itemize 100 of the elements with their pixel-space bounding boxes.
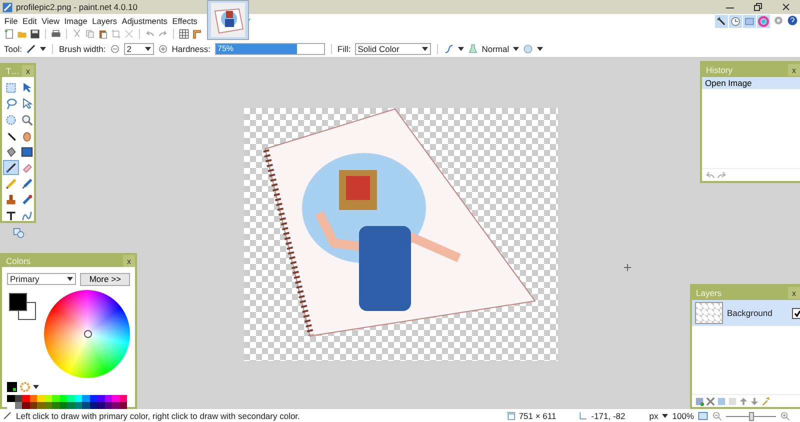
eraser-icon[interactable] <box>20 161 34 174</box>
curve-icon[interactable] <box>20 209 34 222</box>
pencil-icon <box>2 411 12 421</box>
panel-title: Colors <box>6 256 31 266</box>
stamp-icon[interactable] <box>4 193 18 206</box>
curve-icon[interactable] <box>444 44 454 54</box>
zoom-value[interactable]: 100% <box>672 411 694 421</box>
caret-icon <box>662 414 668 418</box>
redo-arrow-icon[interactable] <box>158 29 168 39</box>
app-icon <box>2 2 13 12</box>
outline-arrow-icon[interactable] <box>20 97 34 110</box>
undo-arrow-icon[interactable] <box>705 171 715 179</box>
restore-icon[interactable] <box>754 3 762 11</box>
save-icon[interactable] <box>30 29 40 39</box>
down-arrow-icon[interactable] <box>750 396 759 406</box>
menu-item[interactable]: Effects <box>170 16 200 26</box>
image-tab[interactable] <box>207 0 249 40</box>
secondary-color-swatch[interactable] <box>18 302 36 320</box>
clock-icon[interactable] <box>729 14 742 28</box>
status-hint: Left click to draw with primary color, right click to draw with secondary color. <box>16 411 300 421</box>
panel-close-button[interactable]: x <box>788 64 800 76</box>
zoom-slider[interactable] <box>726 412 776 420</box>
caret-icon <box>537 46 544 50</box>
undo-arrow-icon[interactable] <box>145 29 155 39</box>
layer-name: Background <box>727 308 772 318</box>
caret-icon <box>458 46 464 50</box>
hardness-value: 75% <box>218 44 234 54</box>
plus-icon[interactable] <box>158 44 168 54</box>
caret-icon <box>513 46 520 50</box>
menu-item[interactable]: View <box>39 16 62 26</box>
more-button[interactable]: More >> <box>80 273 130 286</box>
caret-icon <box>144 46 151 50</box>
minus-icon[interactable] <box>110 44 120 54</box>
color-palette[interactable] <box>7 395 130 409</box>
flask-icon[interactable] <box>468 44 478 54</box>
new-image-icon[interactable] <box>4 29 14 39</box>
printer-icon[interactable] <box>51 29 61 39</box>
panel-close-button[interactable]: x <box>788 287 800 299</box>
scissors-icon[interactable] <box>72 29 82 39</box>
redo-arrow-icon[interactable] <box>717 171 727 179</box>
close-icon[interactable] <box>782 3 790 11</box>
image-size-icon <box>506 411 516 421</box>
brush-width-field[interactable]: 2 <box>124 42 154 54</box>
wand-icon[interactable] <box>4 129 18 142</box>
copy-icon[interactable] <box>85 29 95 39</box>
wheel-cursor[interactable] <box>84 330 92 338</box>
caret-icon <box>422 46 428 50</box>
recolor-brush-icon[interactable] <box>20 193 34 206</box>
window-title: profilepic2.png - paint.net 4.0.10 <box>16 2 138 12</box>
hammer-icon[interactable] <box>715 14 728 28</box>
hardness-label: Hardness: <box>172 44 210 54</box>
panel-title: History <box>706 65 732 75</box>
color-wheel-icon[interactable] <box>757 14 770 28</box>
history-item[interactable]: Open Image <box>702 77 800 89</box>
image-canvas[interactable] <box>244 108 558 361</box>
zoom-out-icon[interactable] <box>712 411 722 421</box>
dashed-square-icon[interactable] <box>4 81 18 94</box>
magnifier-icon[interactable] <box>20 113 34 126</box>
zoom-in-icon[interactable] <box>780 411 790 421</box>
grid-icon[interactable] <box>179 29 189 39</box>
panel-close-button[interactable]: x <box>22 65 34 77</box>
dropper-icon[interactable] <box>20 177 34 190</box>
caret-icon <box>40 46 46 50</box>
unit-dropdown[interactable]: px <box>649 411 658 421</box>
text-icon[interactable] <box>4 209 18 222</box>
add-layer-icon[interactable] <box>695 396 704 406</box>
fill-label: Fill: <box>338 44 351 54</box>
wrench-icon[interactable] <box>761 396 770 406</box>
cursor-position: -171, -82 <box>591 411 626 421</box>
primary-color-swatch[interactable] <box>9 293 27 311</box>
brush-width-label: Brush width: <box>58 44 106 54</box>
menu-item[interactable]: Edit <box>20 16 40 26</box>
small-swatch-icon[interactable] <box>7 382 17 392</box>
dashed-circle-icon[interactable] <box>4 113 18 126</box>
blend-mode-dropdown[interactable]: Normal <box>482 44 510 54</box>
tool-label: Tool: <box>4 44 22 54</box>
menu-item[interactable]: Layers <box>90 16 120 26</box>
color-target-dropdown[interactable]: Primary <box>7 273 76 285</box>
crosshair-icon <box>624 264 631 271</box>
caret-icon <box>33 385 39 389</box>
visibility-checkbox[interactable] <box>792 308 800 318</box>
menu-item[interactable]: Adjustments <box>119 16 170 26</box>
panel-close-button[interactable]: x <box>123 255 135 267</box>
layer-item[interactable]: Background <box>692 300 800 326</box>
menu-item[interactable]: File <box>2 16 20 26</box>
paste-icon[interactable] <box>98 29 108 39</box>
zoom-slider-thumb[interactable] <box>749 412 754 420</box>
up-arrow-icon[interactable] <box>739 396 748 406</box>
help-icon[interactable] <box>787 14 798 26</box>
fit-window-icon[interactable] <box>698 411 708 421</box>
layer-thumbnail <box>695 302 723 324</box>
paintbrush-icon[interactable] <box>26 44 36 54</box>
lasso-icon[interactable] <box>4 97 18 110</box>
cross-icon[interactable] <box>706 396 715 406</box>
menu-item[interactable]: Image <box>62 16 90 26</box>
fill-dropdown[interactable]: Solid Color <box>354 42 431 54</box>
circle-icon[interactable] <box>523 44 534 54</box>
crop-icon[interactable] <box>111 29 121 39</box>
panel-title: Layers <box>696 288 722 298</box>
paintbrush-icon[interactable] <box>4 161 18 174</box>
